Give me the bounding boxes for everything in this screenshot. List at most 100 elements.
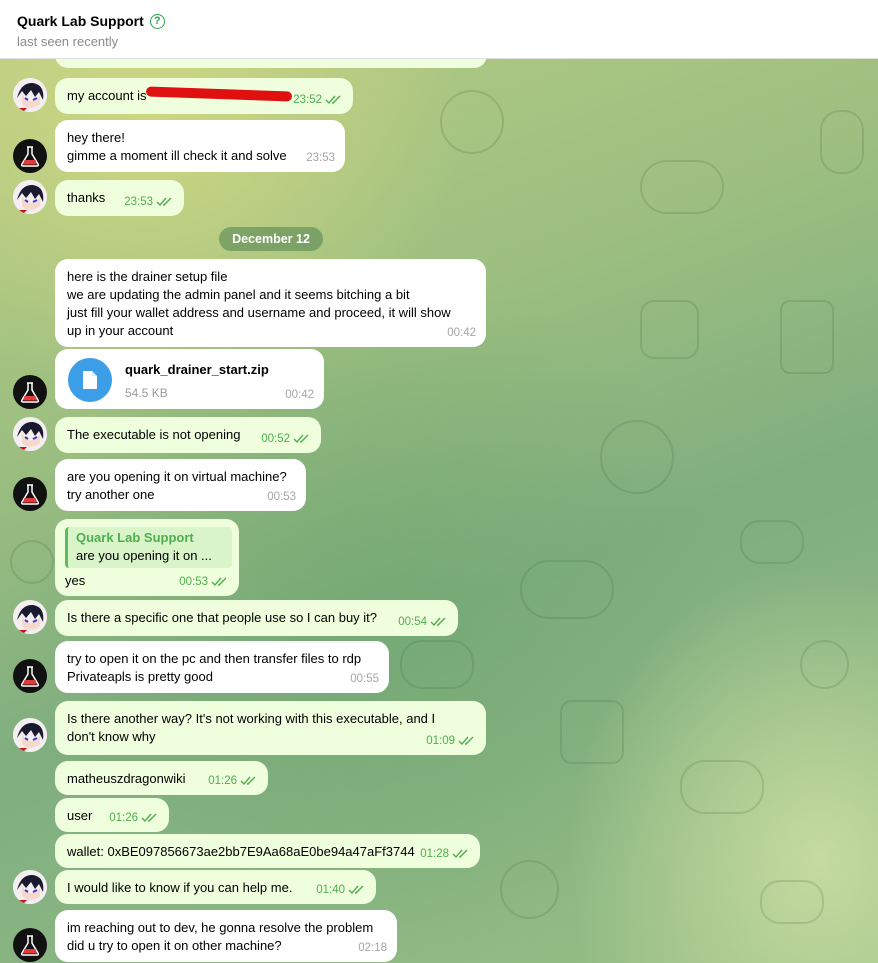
double-check-icon: [240, 776, 256, 786]
anime-avatar-icon: [13, 600, 47, 634]
message-text: matheuszdragonwiki: [67, 771, 186, 786]
message-meta: 01:28: [420, 845, 470, 863]
reply-author: Quark Lab Support: [76, 530, 194, 545]
message-bubble-outgoing[interactable]: Is there another way? It's not working w…: [55, 701, 486, 755]
message-time: 01:28: [420, 848, 449, 860]
user-avatar[interactable]: [13, 417, 47, 451]
message-bubble-outgoing[interactable]: thanks 23:53: [55, 180, 184, 216]
message-text: my account is: [67, 88, 147, 103]
message-meta: 00:42: [285, 386, 314, 404]
question-badge-icon: ?: [149, 13, 165, 29]
message-meta: 01:40: [316, 881, 366, 899]
message-meta: 23:53: [124, 193, 174, 211]
message-time: 23:52: [293, 94, 322, 106]
message-text: try to open it on the pc and then transf…: [67, 651, 362, 684]
support-avatar[interactable]: [13, 375, 47, 409]
anime-avatar-icon: [13, 417, 47, 451]
message-time: 00:53: [179, 576, 208, 588]
message-text: I would like to know if you can help me.: [67, 880, 293, 895]
flask-icon: [20, 666, 40, 687]
double-check-icon: [156, 197, 172, 207]
file-download-icon[interactable]: [68, 358, 112, 402]
user-avatar[interactable]: [13, 180, 47, 214]
support-avatar[interactable]: [13, 139, 47, 173]
message-bubble-outgoing[interactable]: user 01:26: [55, 798, 169, 832]
message-text: im reaching out to dev, he gonna resolve…: [67, 920, 374, 953]
message-bubble-outgoing[interactable]: Is there a specific one that people use …: [55, 600, 458, 636]
support-avatar[interactable]: [13, 477, 47, 511]
message-text: hey there! gimme a moment ill check it a…: [67, 130, 287, 163]
message-time: 00:53: [267, 491, 296, 503]
message-meta: 00:55: [350, 670, 379, 688]
file-message[interactable]: quark_drainer_start.zip 54.5 KB 00:42: [55, 349, 324, 409]
message-text: Is there a specific one that people use …: [67, 610, 378, 625]
document-icon: [83, 371, 97, 389]
message-time: 00:42: [447, 327, 476, 339]
message-meta: 01:26: [208, 772, 258, 790]
message-meta: 23:53: [306, 149, 335, 167]
file-size: 54.5 KB: [125, 386, 168, 400]
message-meta: 00:42: [447, 324, 476, 342]
user-avatar[interactable]: [13, 870, 47, 904]
anime-avatar-icon: [13, 718, 47, 752]
anime-avatar-icon: [13, 870, 47, 904]
double-check-icon: [458, 736, 474, 746]
message-time: 01:26: [208, 775, 237, 787]
double-check-icon: [211, 577, 227, 587]
user-avatar[interactable]: [13, 718, 47, 752]
message-text: here is the drainer setup file we are up…: [67, 269, 451, 338]
double-check-icon: [293, 434, 309, 444]
message-meta: 00:54: [398, 613, 448, 631]
chat-title[interactable]: Quark Lab Support: [17, 13, 144, 29]
message-time: 01:26: [109, 812, 138, 824]
message-text: are you opening it on virtual machine? t…: [67, 469, 287, 502]
message-bubble-outgoing[interactable]: matheuszdragonwiki 01:26: [55, 761, 268, 795]
message-meta: 23:52: [293, 91, 343, 109]
message-meta: 01:09: [426, 732, 476, 750]
message-time: 00:55: [350, 673, 379, 685]
message-time: 01:09: [426, 735, 455, 747]
message-bubble-outgoing[interactable]: Quark Lab Support are you opening it on …: [55, 519, 239, 596]
message-meta: 00:52: [261, 430, 311, 448]
message-time: 02:18: [358, 942, 387, 954]
message-text: wallet: 0xBE097856673ae2bb7E9Aa68aE0be94…: [67, 844, 415, 859]
message-meta: 00:53: [267, 488, 296, 506]
message-text: user: [67, 808, 93, 823]
anime-avatar-icon: [13, 78, 47, 112]
message-bubble-outgoing[interactable]: I would like to know if you can help me.…: [55, 870, 376, 904]
double-check-icon: [325, 95, 341, 105]
double-check-icon: [141, 813, 157, 823]
chat-status: last seen recently: [17, 34, 119, 49]
message-bubble-incoming[interactable]: try to open it on the pc and then transf…: [55, 641, 389, 693]
message-time: 23:53: [124, 196, 153, 208]
message-bubble-outgoing[interactable]: The executable is not opening 00:52: [55, 417, 321, 453]
message-text: yes: [65, 573, 86, 588]
message-text: The executable is not opening: [67, 427, 241, 442]
message-meta: 01:26: [109, 809, 159, 827]
flask-icon: [20, 146, 40, 167]
message-time: 00:54: [398, 616, 427, 628]
message-bubble-incoming[interactable]: im reaching out to dev, he gonna resolve…: [55, 910, 397, 962]
file-name[interactable]: quark_drainer_start.zip: [125, 361, 269, 379]
message-meta: 00:53: [179, 573, 229, 591]
message-time: 00:42: [285, 389, 314, 401]
user-avatar[interactable]: [13, 600, 47, 634]
date-divider: December 12: [219, 227, 323, 251]
anime-avatar-icon: [13, 180, 47, 214]
support-avatar[interactable]: [13, 928, 47, 962]
message-bubble-incoming[interactable]: are you opening it on virtual machine? t…: [55, 459, 306, 511]
message-text: Is there another way? It's not working w…: [67, 711, 436, 744]
double-check-icon: [452, 849, 468, 859]
chat-header-cover: Quark Lab Support ? last seen recently: [0, 0, 878, 59]
flask-icon: [20, 382, 40, 403]
reply-quote[interactable]: Quark Lab Support are you opening it on …: [65, 527, 232, 568]
message-time: 01:40: [316, 884, 345, 896]
user-avatar[interactable]: [13, 78, 47, 112]
message-meta: 02:18: [358, 939, 387, 957]
double-check-icon: [430, 617, 446, 627]
message-bubble-incoming[interactable]: hey there! gimme a moment ill check it a…: [55, 120, 345, 172]
message-time: 00:52: [261, 433, 290, 445]
message-bubble-incoming[interactable]: here is the drainer setup file we are up…: [55, 259, 486, 347]
message-bubble-outgoing[interactable]: wallet: 0xBE097856673ae2bb7E9Aa68aE0be94…: [55, 834, 480, 868]
support-avatar[interactable]: [13, 659, 47, 693]
